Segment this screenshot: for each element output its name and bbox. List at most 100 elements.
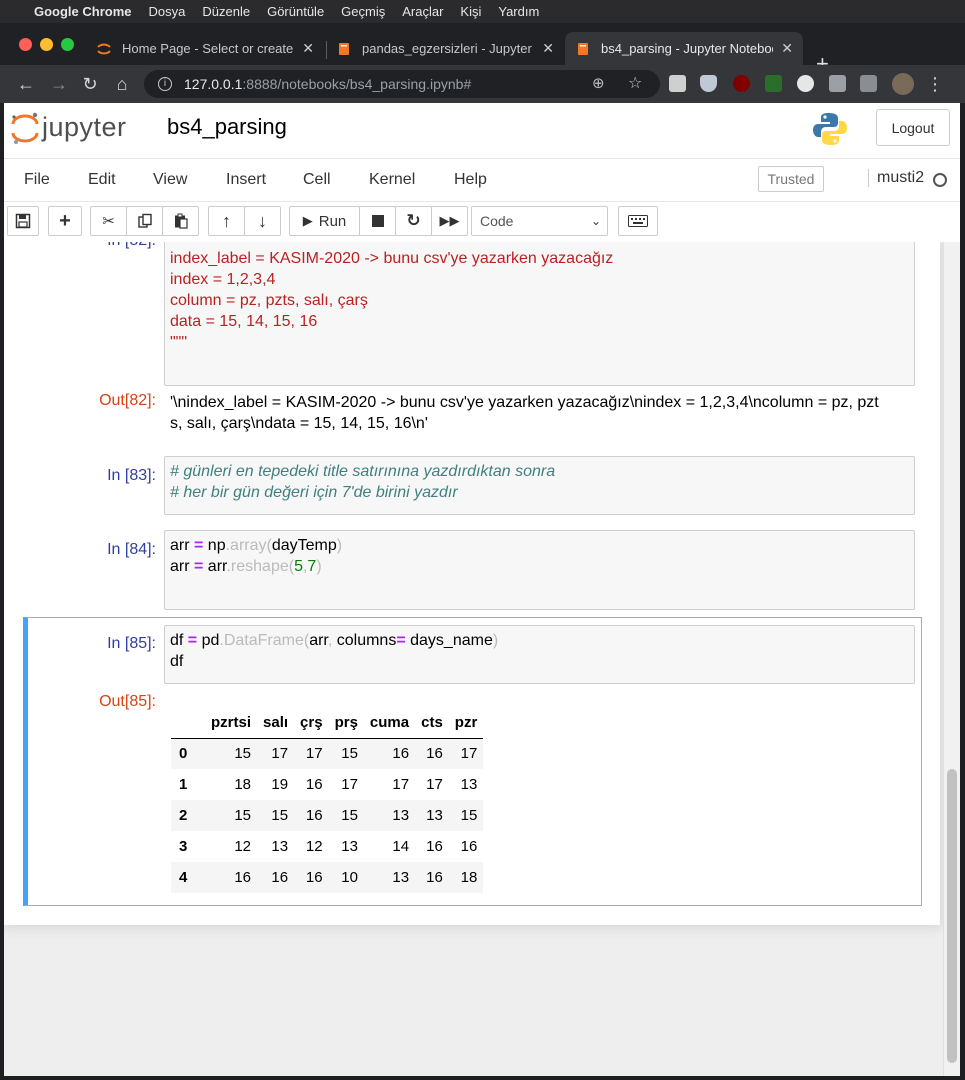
table-cell: 16 — [426, 838, 443, 855]
keyboard-icon[interactable] — [618, 206, 658, 236]
output-prompt: Out[82]: — [99, 392, 156, 409]
close-icon[interactable]: ✕ — [781, 40, 793, 57]
menubar-app-name[interactable]: Google Chrome — [34, 4, 132, 19]
close-icon[interactable]: ✕ — [542, 40, 554, 57]
move-down-icon[interactable]: ↓ — [244, 206, 281, 236]
code-line: arr = arr.reshape(5,7) — [170, 556, 909, 577]
save-icon[interactable] — [7, 206, 39, 236]
code-line: index_label = KASIM-2020 -> bunu csv'ye … — [170, 250, 614, 267]
menu-cell[interactable]: Cell — [303, 171, 331, 189]
column-header: cts — [415, 707, 449, 739]
avatar[interactable] — [892, 73, 914, 95]
reload-icon[interactable]: ↻ — [79, 74, 101, 94]
code-cell-input[interactable]: index_label = KASIM-2020 -> bunu csv'ye … — [164, 242, 915, 386]
code-cell-input[interactable]: arr = np.array(dayTemp) arr = arr.reshap… — [164, 530, 915, 610]
code-token: , — [327, 632, 337, 649]
table-cell: 15 — [341, 745, 358, 763]
ublock-icon[interactable] — [733, 75, 750, 92]
bookmark-star-icon[interactable]: ☆ — [628, 73, 642, 93]
menubar-item-dosya[interactable]: Dosya — [149, 4, 186, 19]
puzzle-icon[interactable] — [829, 75, 846, 92]
paste-icon[interactable] — [162, 206, 199, 236]
code-token: ) — [492, 632, 499, 649]
code-token: = — [396, 632, 406, 649]
media-control-icon[interactable] — [860, 75, 877, 92]
github-icon[interactable] — [797, 75, 814, 92]
table-cell: 13 — [341, 838, 358, 855]
menu-insert[interactable]: Insert — [226, 171, 266, 189]
cell-type-select[interactable]: Code ⌄ — [471, 206, 608, 236]
jupyter-logo-icon[interactable] — [10, 111, 40, 145]
table-row: 4 16 16 16 10 13 16 18 — [171, 862, 484, 893]
code-cell-input[interactable]: df = pd.DataFrame(arr, columns= days_nam… — [164, 625, 915, 684]
cut-icon[interactable]: ✂ — [90, 206, 127, 236]
extension-icon[interactable] — [669, 75, 686, 92]
kernel-name[interactable]: musti2 — [868, 169, 924, 187]
site-info-icon[interactable]: i — [158, 77, 172, 91]
index-header — [171, 707, 205, 739]
tab-home-page[interactable]: Home Page - Select or create ✕ — [86, 32, 324, 65]
back-icon[interactable]: ← — [15, 74, 37, 94]
insert-cell-icon[interactable]: + — [48, 206, 82, 236]
column-header: pzrtsi — [205, 707, 258, 739]
close-window-button[interactable] — [19, 38, 32, 51]
menubar-item-yardim[interactable]: Yardım — [498, 4, 539, 19]
menu-kernel[interactable]: Kernel — [369, 171, 415, 189]
column-header: cuma — [363, 707, 416, 739]
minimize-window-button[interactable] — [40, 38, 53, 51]
scrollbar-thumb[interactable] — [947, 769, 957, 1063]
trusted-indicator[interactable]: Trusted — [758, 166, 824, 192]
code-comment: # her bir gün değeri için 7'de birini ya… — [170, 484, 458, 501]
table-cell: 16 — [305, 776, 323, 793]
table-cell: 15 — [341, 807, 358, 824]
forward-icon[interactable]: → — [48, 74, 70, 94]
code-token: = — [187, 632, 198, 649]
move-up-icon[interactable]: ↑ — [208, 206, 245, 236]
close-icon[interactable]: ✕ — [302, 40, 314, 57]
jupyter-toolbar: + ✂ ↑ ↓ ▶ Run ↻ ▶▶ Code ⌄ — [4, 202, 960, 242]
column-header: pzr — [448, 707, 484, 739]
notebook-icon — [339, 42, 349, 55]
code-cell-input[interactable]: # günleri en tepedeki title satırınına y… — [164, 456, 915, 515]
code-token: .array( — [225, 537, 272, 554]
table-row: 1 18 19 16 17 17 17 13 — [171, 769, 483, 800]
tab-pandas-egzersizleri[interactable]: pandas_egzersizleri - Jupyter ✕ — [326, 32, 564, 65]
logout-button[interactable]: Logout — [876, 109, 950, 146]
menu-edit[interactable]: Edit — [88, 171, 116, 189]
notebook-name[interactable]: bs4_parsing — [167, 114, 287, 140]
menubar-item-goruntule[interactable]: Görüntüle — [267, 4, 324, 19]
code-token: 5 — [294, 558, 303, 575]
copy-icon[interactable] — [126, 206, 163, 236]
table-cell: 17 — [426, 776, 443, 793]
row-index: 1 — [179, 776, 188, 793]
jupyter-icon — [97, 43, 111, 54]
jupyter-wordmark[interactable]: jupyter — [42, 112, 127, 143]
code-token: = — [194, 558, 204, 575]
code-token: columns — [336, 632, 397, 649]
code-token: 7 — [307, 558, 317, 575]
home-icon[interactable]: ⌂ — [111, 74, 133, 94]
tab-bs4-parsing[interactable]: bs4_parsing - Jupyter Notebook ✕ — [565, 32, 803, 65]
table-row: 0 15 17 17 15 16 16 17 — [171, 738, 484, 769]
more-menu-icon[interactable]: ⋮ — [924, 74, 946, 94]
vertical-scrollbar[interactable] — [943, 242, 960, 1076]
address-bar[interactable]: i 127.0.0.1:8888/notebooks/bs4_parsing.i… — [144, 70, 660, 98]
table-cell: 16 — [426, 869, 443, 886]
restart-icon[interactable]: ↻ — [395, 206, 432, 236]
zoom-window-button[interactable] — [61, 38, 74, 51]
menubar-item-kisi[interactable]: Kişi — [460, 4, 481, 19]
fast-forward-icon[interactable]: ▶▶ — [431, 206, 468, 236]
menu-file[interactable]: File — [24, 171, 50, 189]
stop-icon[interactable] — [359, 206, 396, 236]
menubar-item-duzenle[interactable]: Düzenle — [202, 4, 250, 19]
menubar-item-araclar[interactable]: Araçlar — [402, 4, 443, 19]
json-extension-icon[interactable] — [765, 75, 782, 92]
menubar-item-gecmis[interactable]: Geçmiş — [341, 4, 385, 19]
table-cell: 14 — [392, 838, 410, 855]
browser-toolbar: ← → ↻ ⌂ i 127.0.0.1:8888/notebooks/bs4_p… — [0, 65, 965, 103]
shield-extension-icon[interactable] — [700, 75, 717, 92]
menu-help[interactable]: Help — [454, 171, 487, 189]
run-button[interactable]: ▶ Run — [289, 206, 360, 236]
menu-view[interactable]: View — [153, 171, 187, 189]
zoom-icon[interactable]: ⊕ — [592, 74, 605, 92]
